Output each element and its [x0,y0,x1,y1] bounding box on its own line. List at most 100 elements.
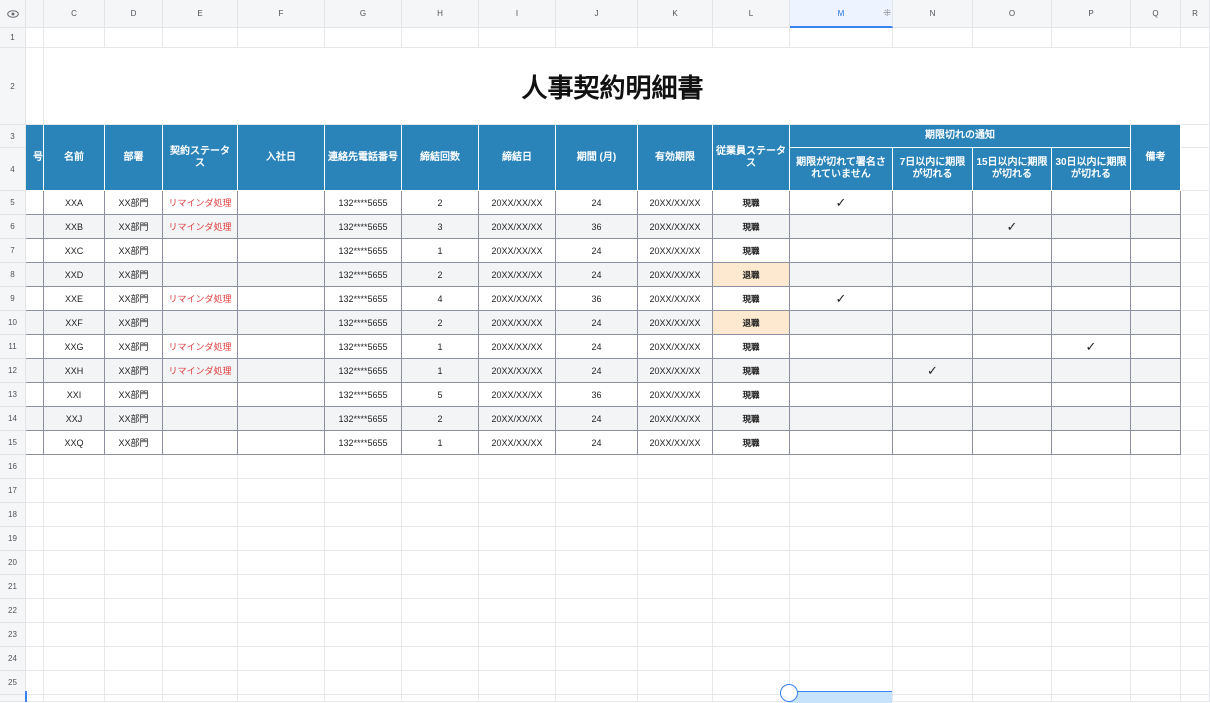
grid-cell[interactable] [973,455,1052,479]
grid-cell[interactable] [105,599,163,623]
spreadsheet[interactable]: C D E F G H I J K L M N O P Q R ⁜ 1 2 3 4 5 6 7 8 9 10 11 12 13 14 15 16… [0,0,1210,703]
employee-status-cell[interactable]: 退職 [713,311,790,335]
grid-cell[interactable] [1131,455,1181,479]
department-cell[interactable]: XX部門 [105,191,163,215]
contract-status-cell[interactable] [163,407,238,431]
notice-cell[interactable] [973,431,1052,455]
grid-cell[interactable] [1181,503,1210,527]
notice-cell[interactable] [790,335,893,359]
grid-cell[interactable] [1181,287,1210,311]
expiry-cell[interactable]: 20XX/XX/XX [638,287,713,311]
number-cell[interactable] [26,335,44,359]
grid-cell[interactable] [1131,551,1181,575]
column-header-c[interactable]: C [44,0,105,28]
notice-cell[interactable] [790,215,893,239]
name-cell[interactable]: XXI [44,383,105,407]
notice-cell[interactable]: ✓ [790,287,893,311]
grid-cell[interactable] [638,575,713,599]
column-header-g[interactable]: G [325,0,402,28]
grid-cell[interactable] [1181,239,1210,263]
grid-cell[interactable] [26,479,44,503]
grid-cell[interactable] [26,575,44,599]
grid-cell[interactable] [26,503,44,527]
row-header-20[interactable]: 20 [0,551,26,575]
remarks-cell[interactable] [1131,431,1181,455]
grid-cell[interactable] [973,503,1052,527]
grid-cell[interactable] [893,599,973,623]
grid-cell[interactable] [238,479,325,503]
grid-cell[interactable] [638,647,713,671]
notice-cell[interactable] [973,263,1052,287]
contract-date-cell[interactable]: 20XX/XX/XX [479,383,556,407]
grid-cell[interactable] [44,695,105,702]
notice-cell[interactable] [790,263,893,287]
grid-cell[interactable] [1181,455,1210,479]
department-cell[interactable]: XX部門 [105,359,163,383]
contract-count-cell[interactable]: 1 [402,335,479,359]
grid-cell[interactable] [790,503,893,527]
grid-cell[interactable] [44,28,105,48]
grid-cell[interactable] [973,575,1052,599]
grid-cell[interactable] [1052,599,1131,623]
grid-cell[interactable] [325,455,402,479]
grid-cell[interactable] [1181,125,1210,148]
employee-status-cell[interactable]: 現職 [713,239,790,263]
grid-cell[interactable] [973,28,1052,48]
name-cell[interactable]: XXC [44,239,105,263]
row-header-11[interactable]: 11 [0,335,26,359]
grid-cell[interactable] [402,671,479,695]
grid-cell[interactable] [1131,28,1181,48]
grid-cell[interactable] [238,671,325,695]
expiry-cell[interactable]: 20XX/XX/XX [638,335,713,359]
contract-date-cell[interactable]: 20XX/XX/XX [479,215,556,239]
grid-cell[interactable] [163,671,238,695]
notice-cell[interactable]: ✓ [973,215,1052,239]
notice-cell[interactable] [893,287,973,311]
employee-status-cell[interactable]: 現職 [713,407,790,431]
grid-cell[interactable] [402,479,479,503]
column-header-b[interactable] [26,0,44,28]
remarks-cell[interactable] [1131,335,1181,359]
notice-cell[interactable] [790,431,893,455]
grid-cell[interactable] [713,575,790,599]
notice-cell[interactable] [1052,287,1131,311]
notice-cell[interactable] [1052,383,1131,407]
grid-cell[interactable] [26,28,44,48]
grid-cell[interactable] [1052,623,1131,647]
grid-cell[interactable] [44,623,105,647]
name-cell[interactable]: XXH [44,359,105,383]
employee-status-cell[interactable]: 退職 [713,263,790,287]
grid-cell[interactable] [973,647,1052,671]
period-cell[interactable]: 24 [556,431,638,455]
column-header-i[interactable]: I [479,0,556,28]
grid-cell[interactable] [325,695,402,702]
expiry-cell[interactable]: 20XX/XX/XX [638,215,713,239]
grid-cell[interactable] [1181,383,1210,407]
grid-cell[interactable] [105,28,163,48]
grid-cell[interactable] [238,455,325,479]
employee-status-cell[interactable]: 現職 [713,335,790,359]
contract-status-cell[interactable]: リマインダ処理 [163,191,238,215]
hire-date-cell[interactable] [238,311,325,335]
remarks-cell[interactable] [1131,383,1181,407]
period-cell[interactable]: 36 [556,215,638,239]
grid-cell[interactable] [479,455,556,479]
grid-cell[interactable] [790,551,893,575]
grid-cell[interactable] [1181,407,1210,431]
grid-cell[interactable] [479,479,556,503]
grid-cell[interactable] [105,695,163,702]
grid-cell[interactable] [44,671,105,695]
number-cell[interactable] [26,311,44,335]
notice-cell[interactable]: ✓ [893,359,973,383]
phone-cell[interactable]: 132****5655 [325,407,402,431]
grid-cell[interactable] [44,479,105,503]
phone-cell[interactable]: 132****5655 [325,191,402,215]
contract-date-cell[interactable]: 20XX/XX/XX [479,239,556,263]
row-header-15[interactable]: 15 [0,431,26,455]
grid-cell[interactable] [638,503,713,527]
notice-cell[interactable] [893,407,973,431]
grid-cell[interactable] [790,28,893,48]
grid-cell[interactable] [638,455,713,479]
grid-cell[interactable] [1181,623,1210,647]
grid-cell[interactable] [402,455,479,479]
